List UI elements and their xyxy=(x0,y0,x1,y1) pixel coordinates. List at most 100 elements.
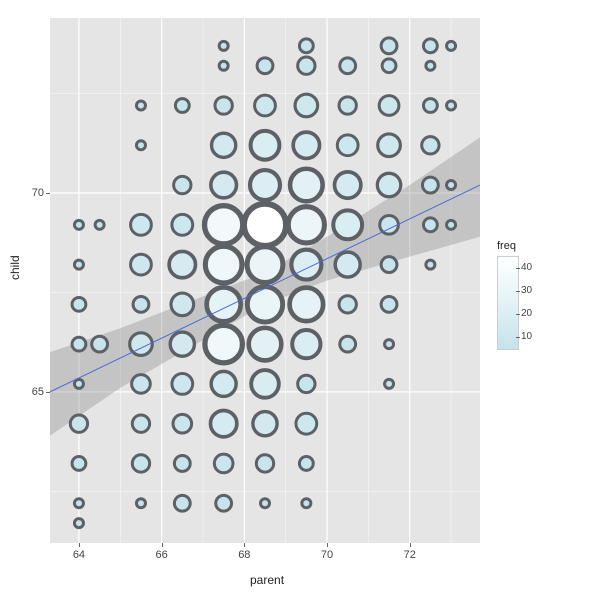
y-tickmark xyxy=(46,392,50,393)
data-point xyxy=(295,94,318,117)
data-point xyxy=(379,96,399,116)
data-point xyxy=(257,58,273,74)
data-point xyxy=(447,101,456,110)
data-point xyxy=(174,176,191,193)
data-point xyxy=(378,134,401,157)
data-point xyxy=(298,57,315,74)
data-point xyxy=(255,95,276,116)
data-point xyxy=(174,456,190,472)
data-point xyxy=(72,457,86,471)
data-point xyxy=(447,220,456,229)
data-point xyxy=(288,207,324,243)
x-tick-label: 68 xyxy=(229,549,259,561)
data-point xyxy=(339,296,356,313)
data-point xyxy=(169,251,195,277)
data-point xyxy=(131,254,152,275)
data-point xyxy=(340,58,356,74)
x-tick-label: 64 xyxy=(64,549,94,561)
data-point xyxy=(299,457,313,471)
data-point xyxy=(293,132,319,158)
data-point xyxy=(72,337,86,351)
legend-tickmark xyxy=(516,268,520,269)
legend-tick-label: 10 xyxy=(521,331,532,342)
x-tick-label: 70 xyxy=(312,549,342,561)
data-point xyxy=(385,379,394,388)
data-point xyxy=(136,499,145,508)
data-point xyxy=(385,340,394,349)
data-point xyxy=(211,172,237,198)
data-point xyxy=(335,252,360,277)
data-point xyxy=(447,41,456,50)
data-point xyxy=(136,101,145,110)
data-point xyxy=(132,375,151,394)
x-tickmark xyxy=(162,543,163,547)
data-point xyxy=(74,519,83,528)
data-point xyxy=(380,216,399,235)
data-point xyxy=(171,293,194,316)
data-point xyxy=(340,336,356,352)
data-point xyxy=(74,260,83,269)
legend-colorbar: 10203040 xyxy=(497,256,517,348)
data-point xyxy=(207,287,241,321)
data-point xyxy=(74,499,83,508)
data-point xyxy=(173,414,192,433)
data-point xyxy=(423,99,437,113)
data-point xyxy=(335,172,361,198)
data-point xyxy=(205,206,243,244)
x-axis-label: parent xyxy=(250,573,284,587)
data-point xyxy=(249,328,282,361)
data-point xyxy=(291,250,321,280)
legend-tickmark xyxy=(516,314,520,315)
data-point xyxy=(136,141,145,150)
data-point xyxy=(261,499,270,508)
data-point xyxy=(215,97,232,114)
data-point xyxy=(296,413,317,434)
data-point xyxy=(131,214,152,235)
y-axis-label: child xyxy=(8,255,22,280)
x-tickmark xyxy=(327,543,328,547)
data-point xyxy=(422,137,439,154)
data-point xyxy=(211,371,236,396)
data-point xyxy=(210,411,236,437)
data-point xyxy=(381,257,397,273)
data-point xyxy=(290,288,324,322)
data-point xyxy=(423,218,437,232)
legend: freq 10203040 xyxy=(497,240,593,348)
data-point xyxy=(244,204,286,246)
data-point xyxy=(333,210,362,239)
data-point xyxy=(339,97,356,114)
data-point xyxy=(426,61,435,70)
data-point xyxy=(298,375,315,392)
data-point xyxy=(174,495,190,511)
data-point xyxy=(253,412,277,436)
data-point xyxy=(132,455,149,472)
data-point xyxy=(172,374,193,395)
legend-tick-label: 20 xyxy=(521,308,532,319)
data-point xyxy=(422,177,438,193)
data-point xyxy=(290,169,323,202)
data-point xyxy=(382,59,396,73)
data-point xyxy=(212,133,236,157)
legend-tick-label: 40 xyxy=(521,262,532,273)
legend-tick-label: 30 xyxy=(521,285,532,296)
data-point xyxy=(205,246,242,283)
y-tickmark xyxy=(46,193,50,194)
data-point xyxy=(95,220,104,229)
x-tickmark xyxy=(244,543,245,547)
data-point xyxy=(170,332,194,356)
y-tick-label: 70 xyxy=(14,187,44,199)
data-point xyxy=(70,415,87,432)
data-point xyxy=(447,181,456,190)
legend-tickmark xyxy=(516,291,520,292)
data-point xyxy=(337,135,358,156)
data-point xyxy=(292,330,320,358)
y-tick-label: 65 xyxy=(14,386,44,398)
x-tick-label: 66 xyxy=(147,549,177,561)
legend-tickmark xyxy=(516,337,520,338)
data-point xyxy=(381,38,397,54)
data-point xyxy=(247,247,283,283)
data-point xyxy=(377,173,400,196)
data-point xyxy=(251,370,279,398)
x-tick-label: 72 xyxy=(395,549,425,561)
data-point xyxy=(216,495,232,511)
